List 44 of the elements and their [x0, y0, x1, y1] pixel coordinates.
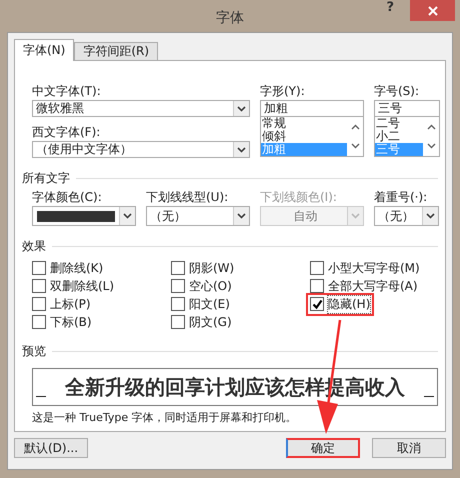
- font-note: 这是一种 TrueType 字体，同时适用于屏幕和打印机。: [32, 410, 298, 425]
- section-title: 预览: [22, 343, 46, 360]
- section-title: 所有文字: [22, 170, 70, 187]
- help-button[interactable]: ?: [386, 0, 394, 14]
- list-item[interactable]: 小二: [375, 130, 423, 143]
- chevron-icon: [426, 213, 435, 219]
- input-field[interactable]: 加粗: [260, 100, 364, 117]
- chevron-icon: [237, 213, 246, 219]
- list-item[interactable]: 常规: [261, 117, 347, 130]
- close-button[interactable]: [410, 0, 455, 21]
- check-icon: [312, 298, 322, 310]
- chinese-font-dropdown[interactable]: 微软雅黑: [32, 100, 250, 117]
- western-font-dropdown[interactable]: （使用中文字体）: [32, 141, 250, 158]
- scroll-up-icon[interactable]: [426, 124, 436, 130]
- default-button[interactable]: 默认(D)...: [14, 438, 88, 458]
- tab[interactable]: 字体(N): [14, 39, 74, 61]
- dialog-button[interactable]: 取消: [372, 438, 446, 458]
- field-label: 下划线线型(U):: [146, 189, 230, 205]
- field-label: 字体颜色(C):: [32, 189, 103, 205]
- input-field[interactable]: 三号: [374, 100, 440, 117]
- tab[interactable]: 字符间距(R): [74, 42, 158, 60]
- chevron-icon: [123, 213, 132, 219]
- list-item[interactable]: 倾斜: [261, 130, 347, 143]
- color-dropdown[interactable]: [32, 206, 136, 226]
- scroll-down-icon[interactable]: [350, 143, 360, 150]
- chevron-icon: [237, 106, 246, 112]
- scroll-down-icon[interactable]: [426, 143, 436, 150]
- field-label: 西文字体(F):: [32, 124, 102, 140]
- field-label: 字号(S):: [374, 83, 420, 99]
- field-label: 下划线颜色(I):: [260, 189, 338, 205]
- dropdown[interactable]: （无）: [146, 206, 250, 226]
- field-label: 字形(Y):: [260, 83, 306, 99]
- dialog-button[interactable]: 确定: [286, 438, 360, 458]
- list-item[interactable]: 二号: [375, 117, 423, 130]
- checkbox[interactable]: 隐藏(H): [306, 292, 374, 316]
- chevron-icon: [351, 213, 360, 219]
- dropdown[interactable]: （无）: [374, 206, 439, 226]
- close-icon: [428, 6, 438, 16]
- scroll-up-icon[interactable]: [350, 124, 360, 130]
- section-title: 效果: [22, 238, 46, 255]
- window-title: 字体: [216, 9, 244, 27]
- field-label: 着重号(·):: [374, 189, 428, 205]
- chevron-icon: [237, 146, 246, 152]
- field-label: 中文字体(T):: [32, 83, 102, 99]
